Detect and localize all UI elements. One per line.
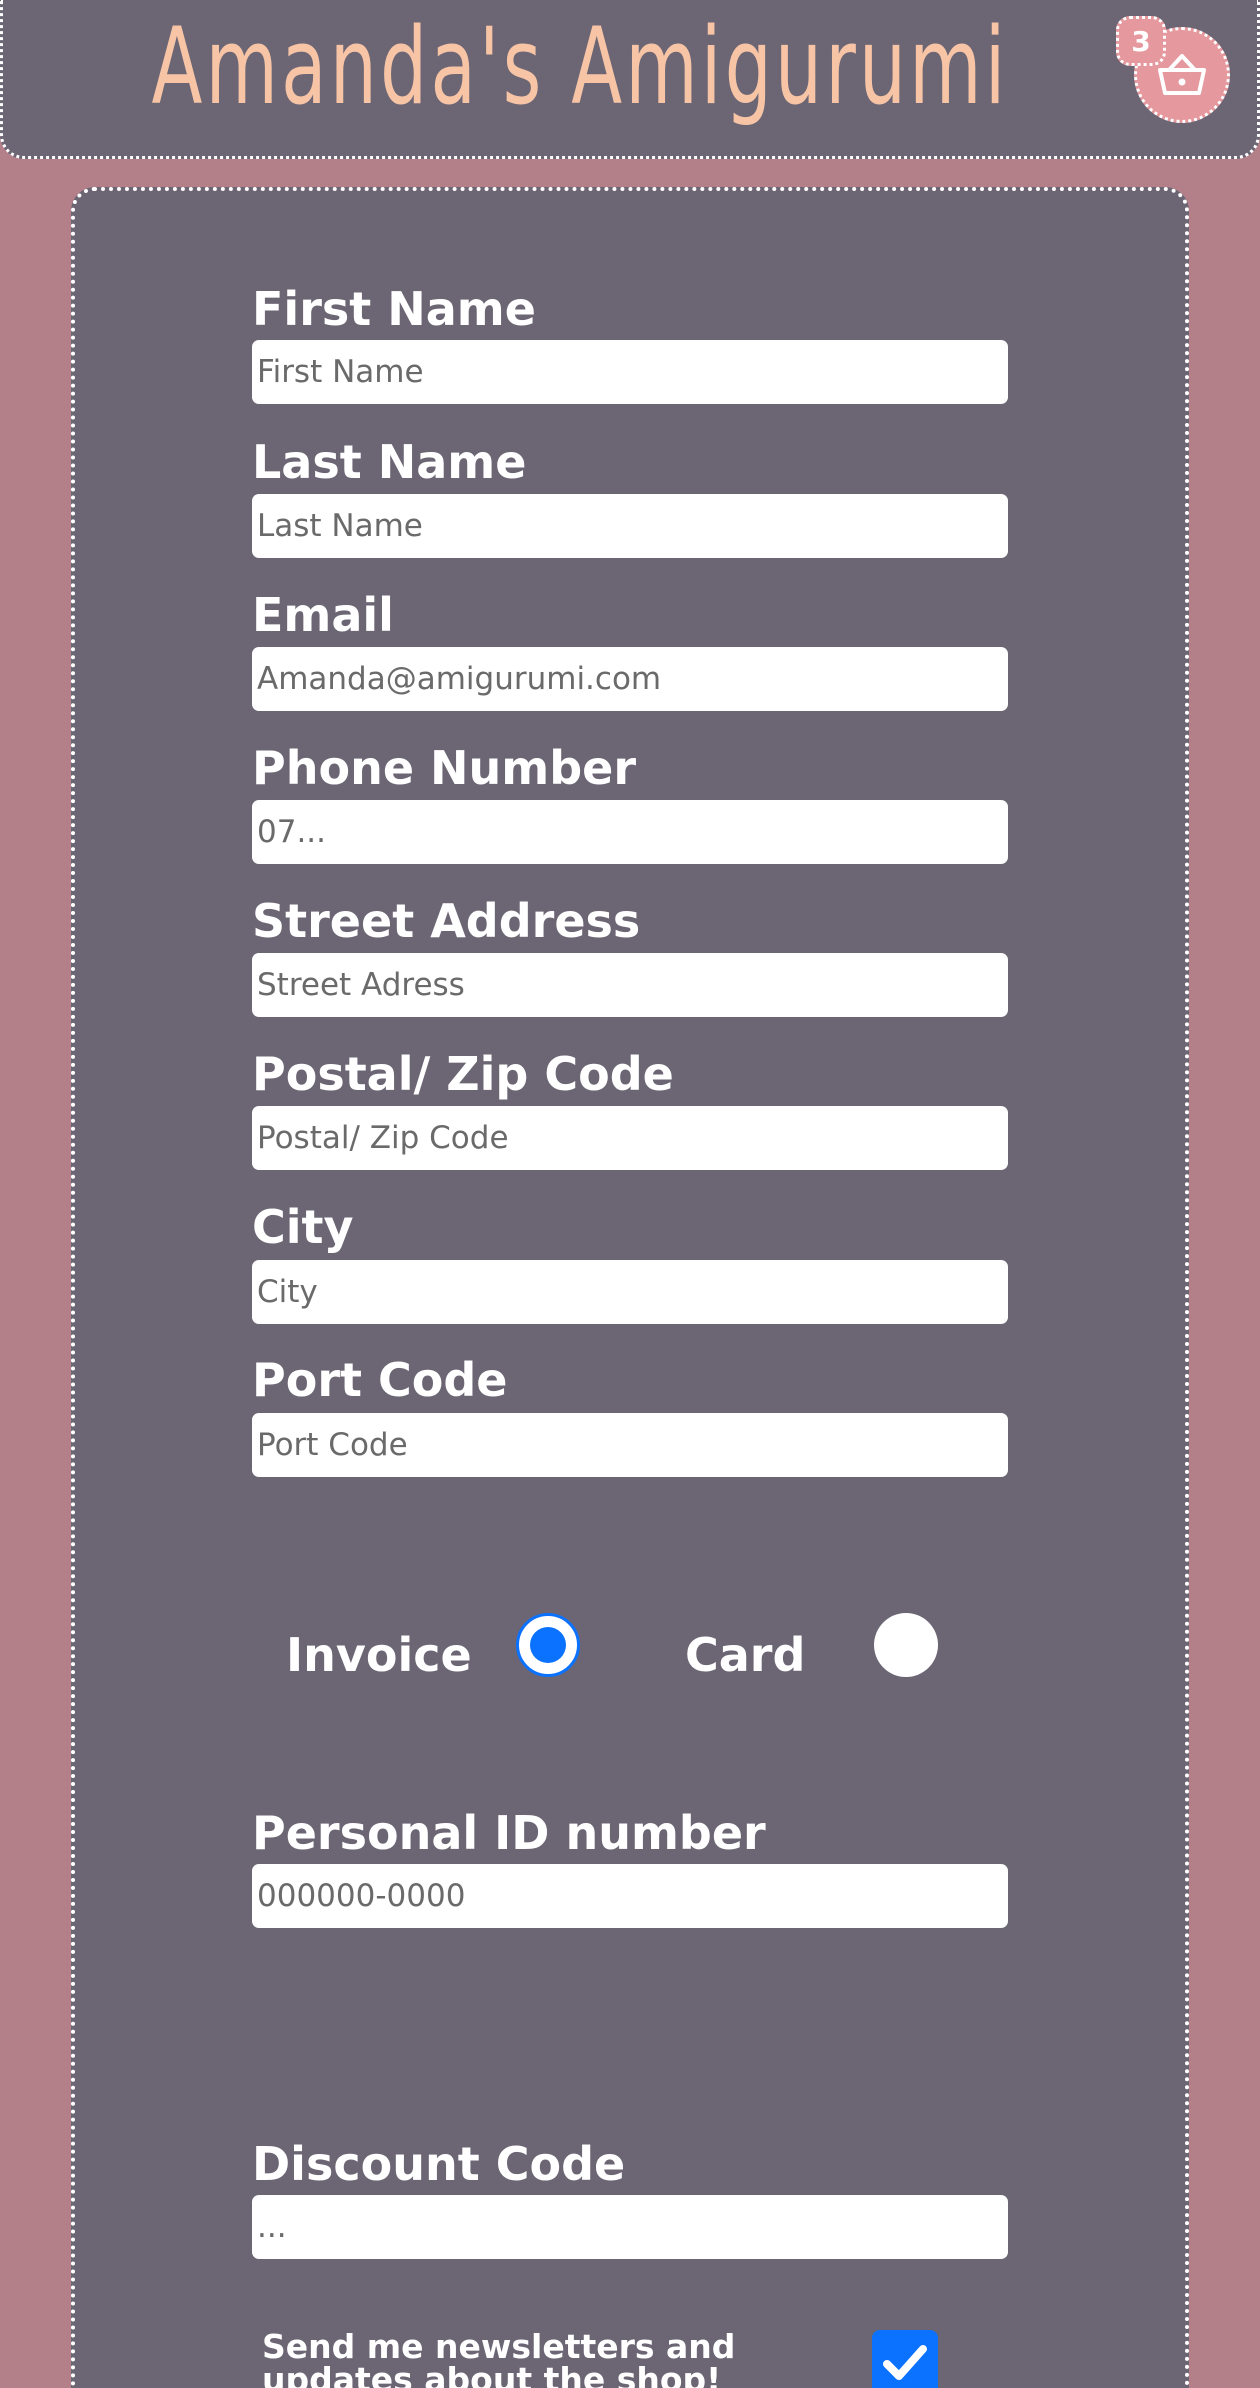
postal-code-input[interactable] [252,1106,1008,1170]
phone-input[interactable] [252,800,1008,864]
street-address-label: Street Address [252,894,641,948]
city-label: City [252,1200,354,1254]
personal-id-label: Personal ID number [252,1806,766,1860]
city-input[interactable] [252,1260,1008,1324]
port-code-label: Port Code [252,1353,508,1407]
phone-label: Phone Number [252,741,637,795]
newsletter-checkbox[interactable] [872,2330,938,2388]
newsletter-label: Send me newsletters and updates about th… [262,2327,736,2388]
email-input[interactable] [252,647,1008,711]
postal-code-label: Postal/ Zip Code [252,1047,674,1101]
street-address-input[interactable] [252,953,1008,1017]
checkmark-icon [883,2345,927,2380]
last-name-input[interactable] [252,494,1008,558]
last-name-label: Last Name [252,435,527,489]
discount-code-input[interactable] [252,2195,1008,2259]
first-name-label: First Name [252,282,536,336]
port-code-input[interactable] [252,1413,1008,1477]
personal-id-input[interactable] [252,1864,1008,1928]
basket-icon [1158,54,1206,95]
email-label: Email [252,588,394,642]
first-name-input[interactable] [252,340,1008,404]
discount-code-label: Discount Code [252,2137,626,2191]
card-radio[interactable] [874,1613,938,1677]
invoice-label: Invoice [286,1628,472,1682]
invoice-radio[interactable] [516,1613,580,1677]
card-label: Card [685,1628,806,1682]
site-title: Amanda's Amigurumi [151,5,1009,128]
cart-count-badge: 3 [1116,16,1166,66]
